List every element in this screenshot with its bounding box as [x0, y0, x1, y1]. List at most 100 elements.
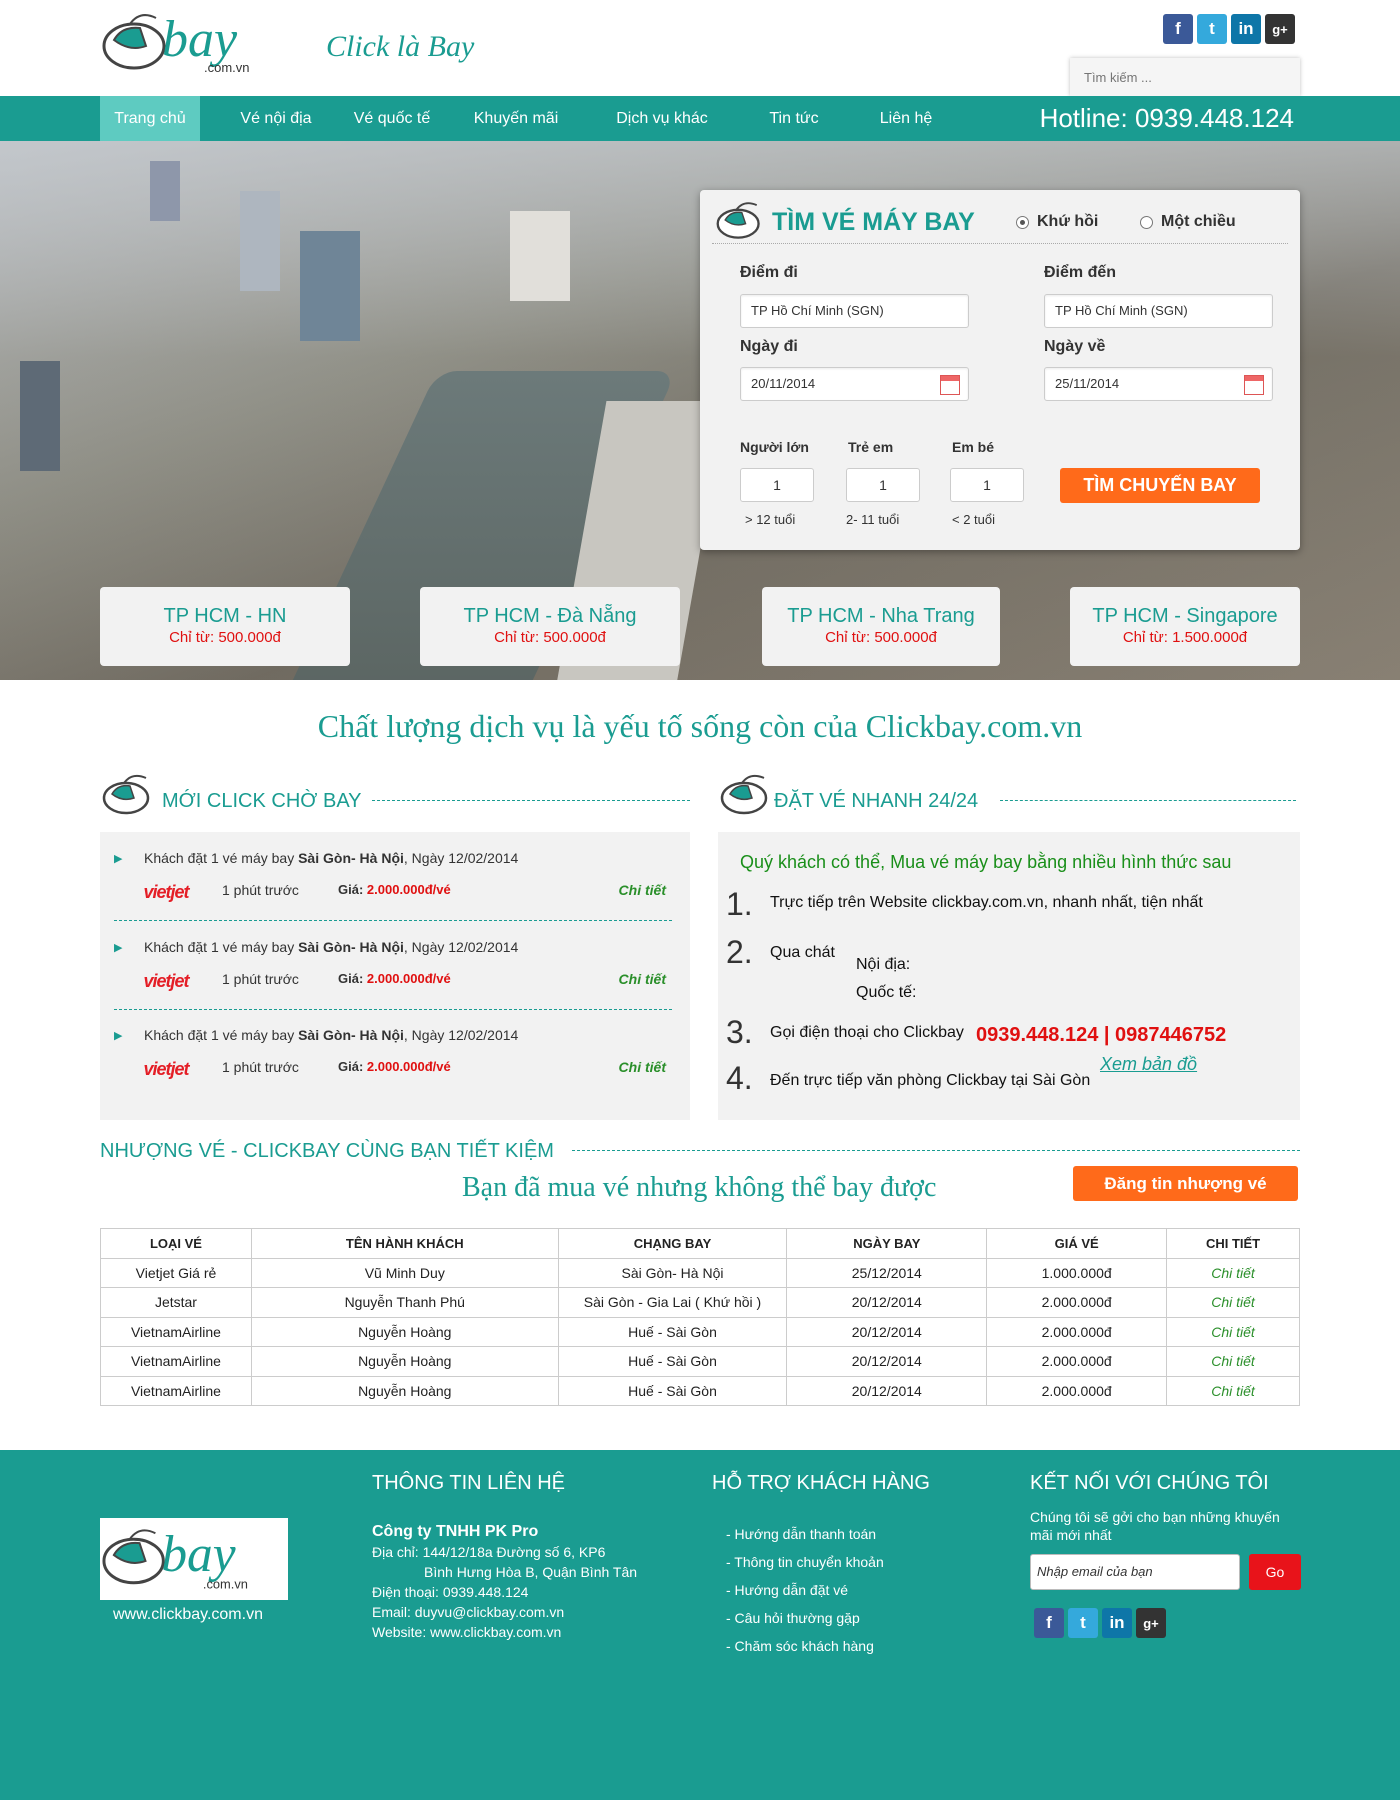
child-note: 2- 11 tuổi: [846, 512, 900, 527]
column-header: CHẠNG BAY: [557, 1228, 788, 1259]
vietjet-logo: vietjet: [143, 1059, 189, 1079]
connect-title: KẾT NỐI VỚI CHÚNG TÔI: [1030, 1472, 1269, 1494]
child-count-input[interactable]: 1: [846, 468, 920, 502]
quick-title: ĐẶT VÉ NHANH 24/24: [774, 790, 979, 812]
adult-note: > 12 tuổi: [745, 512, 796, 527]
detail-link[interactable]: Chi tiết: [619, 1059, 666, 1075]
linkedin-icon[interactable]: in: [1231, 14, 1261, 44]
route-name: TP HCM - Singapore: [1092, 605, 1278, 627]
step-text: Qua chát: [770, 944, 835, 961]
chat-domestic[interactable]: Nội địa:: [856, 956, 910, 974]
nav-item-international[interactable]: Vé quốc tế: [344, 96, 440, 141]
support-link[interactable]: - Chăm sóc khách hàng: [726, 1638, 874, 1654]
detail-link[interactable]: Chi tiết: [1166, 1287, 1300, 1318]
detail-link[interactable]: Chi tiết: [619, 971, 666, 987]
building-shape: [510, 211, 570, 301]
newsletter-email-input[interactable]: Nhập email của bạn: [1030, 1554, 1240, 1590]
trip-oneway-option[interactable]: Một chiều: [1140, 213, 1236, 231]
post-resale-button[interactable]: Đăng tin nhượng vé: [1073, 1166, 1298, 1201]
search-input[interactable]: [1070, 58, 1300, 96]
google-plus-icon[interactable]: g+: [1265, 14, 1295, 44]
hotline-numbers: 0939.448.124 | 0987446752: [976, 1024, 1227, 1046]
step-number: 4.: [726, 1060, 753, 1096]
search-flights-button[interactable]: TÌM CHUYẾN BAY: [1060, 468, 1260, 503]
nav-item-home[interactable]: Trang chủ: [100, 96, 200, 141]
ticket-price: 2.000.000đ: [986, 1316, 1168, 1347]
trip-round-option[interactable]: Khứ hồi: [1016, 213, 1098, 231]
mouse-icon: [102, 774, 150, 815]
calendar-icon[interactable]: [1244, 375, 1264, 395]
depart-date-field[interactable]: 20/11/2014: [740, 367, 969, 401]
detail-link[interactable]: Chi tiết: [1166, 1316, 1300, 1347]
radio-oneway[interactable]: [1140, 215, 1153, 229]
nav-item-domestic[interactable]: Vé nội địa: [228, 96, 324, 141]
adult-count-input[interactable]: 1: [740, 468, 814, 502]
quick-intro: Quý khách có thể, Mua vé máy bay bằng nh…: [740, 852, 1232, 872]
detail-link[interactable]: Chi tiết: [1166, 1257, 1300, 1288]
facebook-icon[interactable]: f: [1163, 14, 1193, 44]
route-card[interactable]: TP HCM - HN Chỉ từ: 500.000đ: [100, 587, 350, 666]
clickbay-logo[interactable]: bay .com.vn: [100, 6, 290, 82]
booking-price: Giá: 2.000.000đ/vé: [338, 1059, 451, 1074]
building-shape: [240, 191, 280, 291]
map-link[interactable]: Xem bản đồ: [1100, 1054, 1197, 1075]
ticket-type: VietnamAirline: [100, 1316, 252, 1347]
return-date-field[interactable]: 25/11/2014: [1044, 367, 1273, 401]
ticket-type: Jetstar: [100, 1287, 252, 1318]
adult-label: Người lớn: [740, 439, 809, 455]
ticket-type: Vietjet Giá rẻ: [100, 1257, 252, 1288]
detail-link[interactable]: Chi tiết: [619, 882, 666, 898]
nav-item-other-services[interactable]: Dịch vụ khác: [604, 96, 720, 141]
table-row: Vietjet Giá rẻ Vũ Minh Duy Sài Gòn- Hà N…: [100, 1257, 1300, 1288]
twitter-icon[interactable]: t: [1068, 1608, 1098, 1638]
twitter-icon[interactable]: t: [1197, 14, 1227, 44]
subscribe-button[interactable]: Go: [1249, 1554, 1301, 1590]
column-header: CHI TIẾT: [1166, 1228, 1300, 1259]
flight-route: Huế - Sài Gòn: [557, 1316, 788, 1347]
site-footer: bay .com.vn www.clickbay.com.vn THÔNG TI…: [0, 1450, 1400, 1800]
chat-international[interactable]: Quốc tế:: [856, 984, 916, 1002]
booking-time: 1 phút trước: [222, 971, 299, 987]
column-header: TÊN HÀNH KHÁCH: [250, 1228, 559, 1259]
from-field[interactable]: TP Hồ Chí Minh (SGN): [740, 294, 969, 328]
flight-search-panel: TÌM VÉ MÁY BAY Khứ hồi Một chiều Điểm đi…: [700, 190, 1300, 550]
support-link[interactable]: - Hướng dẫn đặt vé: [726, 1582, 848, 1598]
route-card[interactable]: TP HCM - Nha Trang Chỉ từ: 500.000đ: [762, 587, 1000, 666]
building-shape: [300, 231, 360, 341]
table-row: VietnamAirline Nguyễn Hoàng Huế - Sài Gò…: [100, 1375, 1300, 1406]
support-link[interactable]: - Hướng dẫn thanh toán: [726, 1526, 876, 1542]
play-arrow-icon: ▶: [114, 942, 123, 954]
nav-item-news[interactable]: Tin tức: [756, 96, 832, 141]
nav-item-promotions[interactable]: Khuyến mãi: [466, 96, 566, 141]
ticket-price: 2.000.000đ: [986, 1375, 1168, 1406]
trip-round-label: Khứ hồi: [1037, 213, 1099, 230]
route-name: TP HCM - Đà Nẵng: [463, 605, 637, 627]
support-link[interactable]: - Thông tin chuyển khoản: [726, 1554, 884, 1570]
infant-count-input[interactable]: 1: [950, 468, 1024, 502]
footer-url[interactable]: www.clickbay.com.vn: [113, 1606, 263, 1624]
linkedin-icon[interactable]: in: [1102, 1608, 1132, 1638]
infant-note: < 2 tuổi: [952, 512, 996, 527]
mouse-icon: [720, 774, 768, 815]
to-field[interactable]: TP Hồ Chí Minh (SGN): [1044, 294, 1273, 328]
table-header: LOẠI VÉ TÊN HÀNH KHÁCH CHẠNG BAY NGÀY BA…: [100, 1228, 1300, 1259]
infant-label: Em bé: [952, 439, 995, 455]
google-plus-icon[interactable]: g+: [1136, 1608, 1166, 1638]
route-card[interactable]: TP HCM - Singapore Chỉ từ: 1.500.000đ: [1070, 587, 1300, 666]
calendar-icon[interactable]: [940, 375, 960, 395]
route-card[interactable]: TP HCM - Đà Nẵng Chỉ từ: 500.000đ: [420, 587, 680, 666]
radio-round[interactable]: [1016, 215, 1029, 229]
booking-text: Khách đặt 1 vé máy bay Sài Gòn- Hà Nội, …: [144, 939, 519, 955]
detail-link[interactable]: Chi tiết: [1166, 1346, 1300, 1377]
step-number: 2.: [726, 934, 753, 970]
detail-link[interactable]: Chi tiết: [1166, 1375, 1300, 1406]
clickbay-logo: bay .com.vn: [102, 1526, 248, 1592]
footer-logo-box[interactable]: bay .com.vn: [100, 1518, 288, 1600]
passenger-name: Nguyễn Hoàng: [250, 1316, 559, 1347]
support-link[interactable]: - Câu hỏi thường gặp: [726, 1610, 860, 1626]
return-date-value: 25/11/2014: [1055, 376, 1120, 391]
facebook-icon[interactable]: f: [1034, 1608, 1064, 1638]
recent-title: MỚI CLICK CHỜ BAY: [162, 790, 362, 812]
nav-item-contact[interactable]: Liên hệ: [866, 96, 946, 141]
depart-date-value: 20/11/2014: [751, 376, 816, 391]
